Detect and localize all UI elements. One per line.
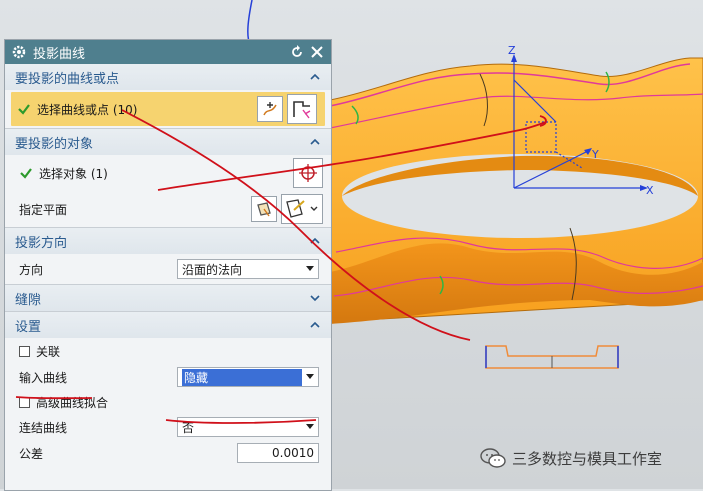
axis-z-label: Z xyxy=(508,44,516,57)
axis-x-label: X xyxy=(646,184,654,197)
gear-icon[interactable] xyxy=(11,44,27,60)
chevron-up-icon[interactable] xyxy=(309,319,321,331)
specify-plane-label: 指定平面 xyxy=(19,202,68,217)
direction-row: 方向 沿面的法向 xyxy=(5,254,331,284)
dropdown-arrow-icon[interactable] xyxy=(302,374,318,380)
select-object-button[interactable] xyxy=(293,158,323,188)
reset-icon[interactable] xyxy=(289,44,305,60)
section-header-settings[interactable]: 设置 xyxy=(5,312,331,338)
associative-row[interactable]: 关联 xyxy=(5,338,331,364)
input-curves-row: 输入曲线 隐藏 xyxy=(5,364,331,390)
curve-select-icon xyxy=(293,101,311,119)
plane-type-dropdown[interactable] xyxy=(281,194,323,224)
section-title-object: 要投影的对象 xyxy=(15,136,94,152)
section-object: 要投影的对象 选择对象 (1) 指定平面 xyxy=(5,129,331,228)
chevron-down-icon[interactable] xyxy=(309,292,321,304)
project-curve-dialog: 投影曲线 要投影的曲线或点 选择曲线或点 (10) 要投影的对象 选择对象 (1… xyxy=(4,39,332,491)
close-icon[interactable] xyxy=(309,44,325,60)
checkmark-icon xyxy=(20,168,32,179)
curve-selection-button[interactable] xyxy=(287,94,317,124)
join-curves-select[interactable]: 否 xyxy=(177,417,319,437)
section-title-direction: 投影方向 xyxy=(15,235,68,251)
add-curve-button[interactable] xyxy=(257,96,283,122)
wechat-icon xyxy=(480,448,506,468)
select-object-label: 选择对象 (1) xyxy=(39,166,108,181)
input-curves-value: 隐藏 xyxy=(182,368,302,386)
dropdown-arrow-icon[interactable] xyxy=(302,266,318,272)
section-gap: 缝隙 xyxy=(5,285,331,312)
specify-plane-row: 指定平面 xyxy=(5,191,331,227)
tolerance-row: 公差 0.0010 xyxy=(5,440,331,466)
section-header-object[interactable]: 要投影的对象 xyxy=(5,129,331,155)
watermark: 三多数控与模具工作室 xyxy=(480,447,662,469)
advanced-fit-checkbox[interactable] xyxy=(19,396,30,408)
tolerance-input[interactable]: 0.0010 xyxy=(237,443,319,463)
section-title-curves: 要投影的曲线或点 xyxy=(15,71,120,87)
plane-dialog-button[interactable] xyxy=(251,196,277,222)
associative-checkbox[interactable] xyxy=(19,345,30,357)
section-title-settings: 设置 xyxy=(15,319,42,335)
curve-rule-icon xyxy=(263,102,277,116)
select-curves-label: 选择曲线或点 (10) xyxy=(37,102,138,117)
chevron-up-icon[interactable] xyxy=(309,136,321,148)
chevron-up-icon[interactable] xyxy=(309,235,321,247)
dialog-titlebar[interactable]: 投影曲线 xyxy=(5,40,331,64)
chevron-up-icon[interactable] xyxy=(309,71,321,83)
watermark-text: 三多数控与模具工作室 xyxy=(512,449,663,468)
select-object-row[interactable]: 选择对象 (1) xyxy=(5,155,331,191)
axis-y-label: Y xyxy=(591,148,599,161)
section-title-gap: 缝隙 xyxy=(15,292,42,308)
section-settings: 设置 关联 输入曲线 隐藏 高级曲线拟合 连结曲线 否 公差 0.0010 xyxy=(5,312,331,466)
plane-icon xyxy=(286,199,318,218)
section-header-curves[interactable]: 要投影的曲线或点 xyxy=(5,64,331,90)
advanced-fit-label: 高级曲线拟合 xyxy=(36,395,109,410)
section-header-gap[interactable]: 缝隙 xyxy=(5,285,331,311)
direction-value: 沿面的法向 xyxy=(182,262,243,277)
section-direction: 投影方向 方向 沿面的法向 xyxy=(5,228,331,285)
crosshair-icon xyxy=(299,164,317,182)
input-curves-select[interactable]: 隐藏 xyxy=(177,367,319,387)
direction-select[interactable]: 沿面的法向 xyxy=(177,259,319,279)
checkmark-icon xyxy=(18,104,30,115)
associative-label: 关联 xyxy=(36,344,61,359)
join-curves-row: 连结曲线 否 xyxy=(5,414,331,440)
select-curves-row[interactable]: 选择曲线或点 (10) xyxy=(11,92,325,126)
advanced-fit-row[interactable]: 高级曲线拟合 xyxy=(5,390,331,414)
section-header-direction[interactable]: 投影方向 xyxy=(5,228,331,254)
join-curves-value: 否 xyxy=(182,420,195,435)
section-curves-to-project: 要投影的曲线或点 选择曲线或点 (10) xyxy=(5,64,331,129)
plane-dialog-icon xyxy=(257,202,271,217)
dialog-title: 投影曲线 xyxy=(33,46,86,62)
dropdown-arrow-icon[interactable] xyxy=(302,424,318,430)
